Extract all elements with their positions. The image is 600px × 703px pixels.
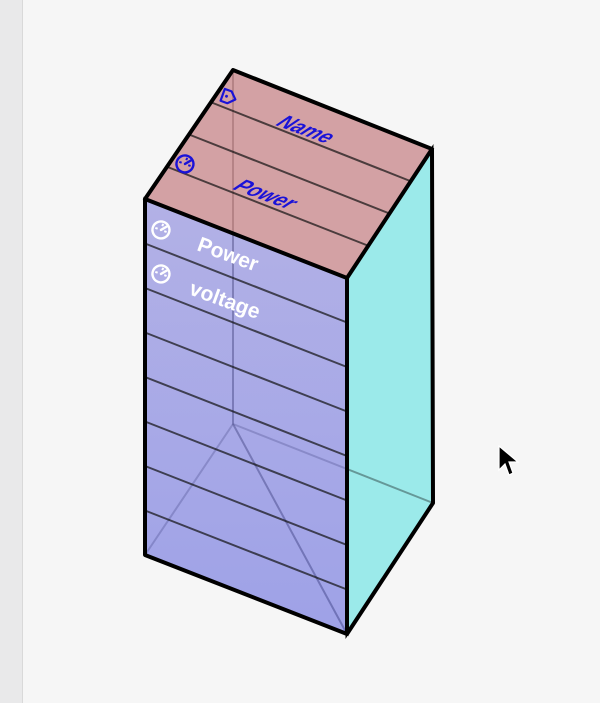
left-gutter [0, 0, 23, 703]
3d-viewport[interactable]: Name Power Power voltage [22, 0, 600, 703]
